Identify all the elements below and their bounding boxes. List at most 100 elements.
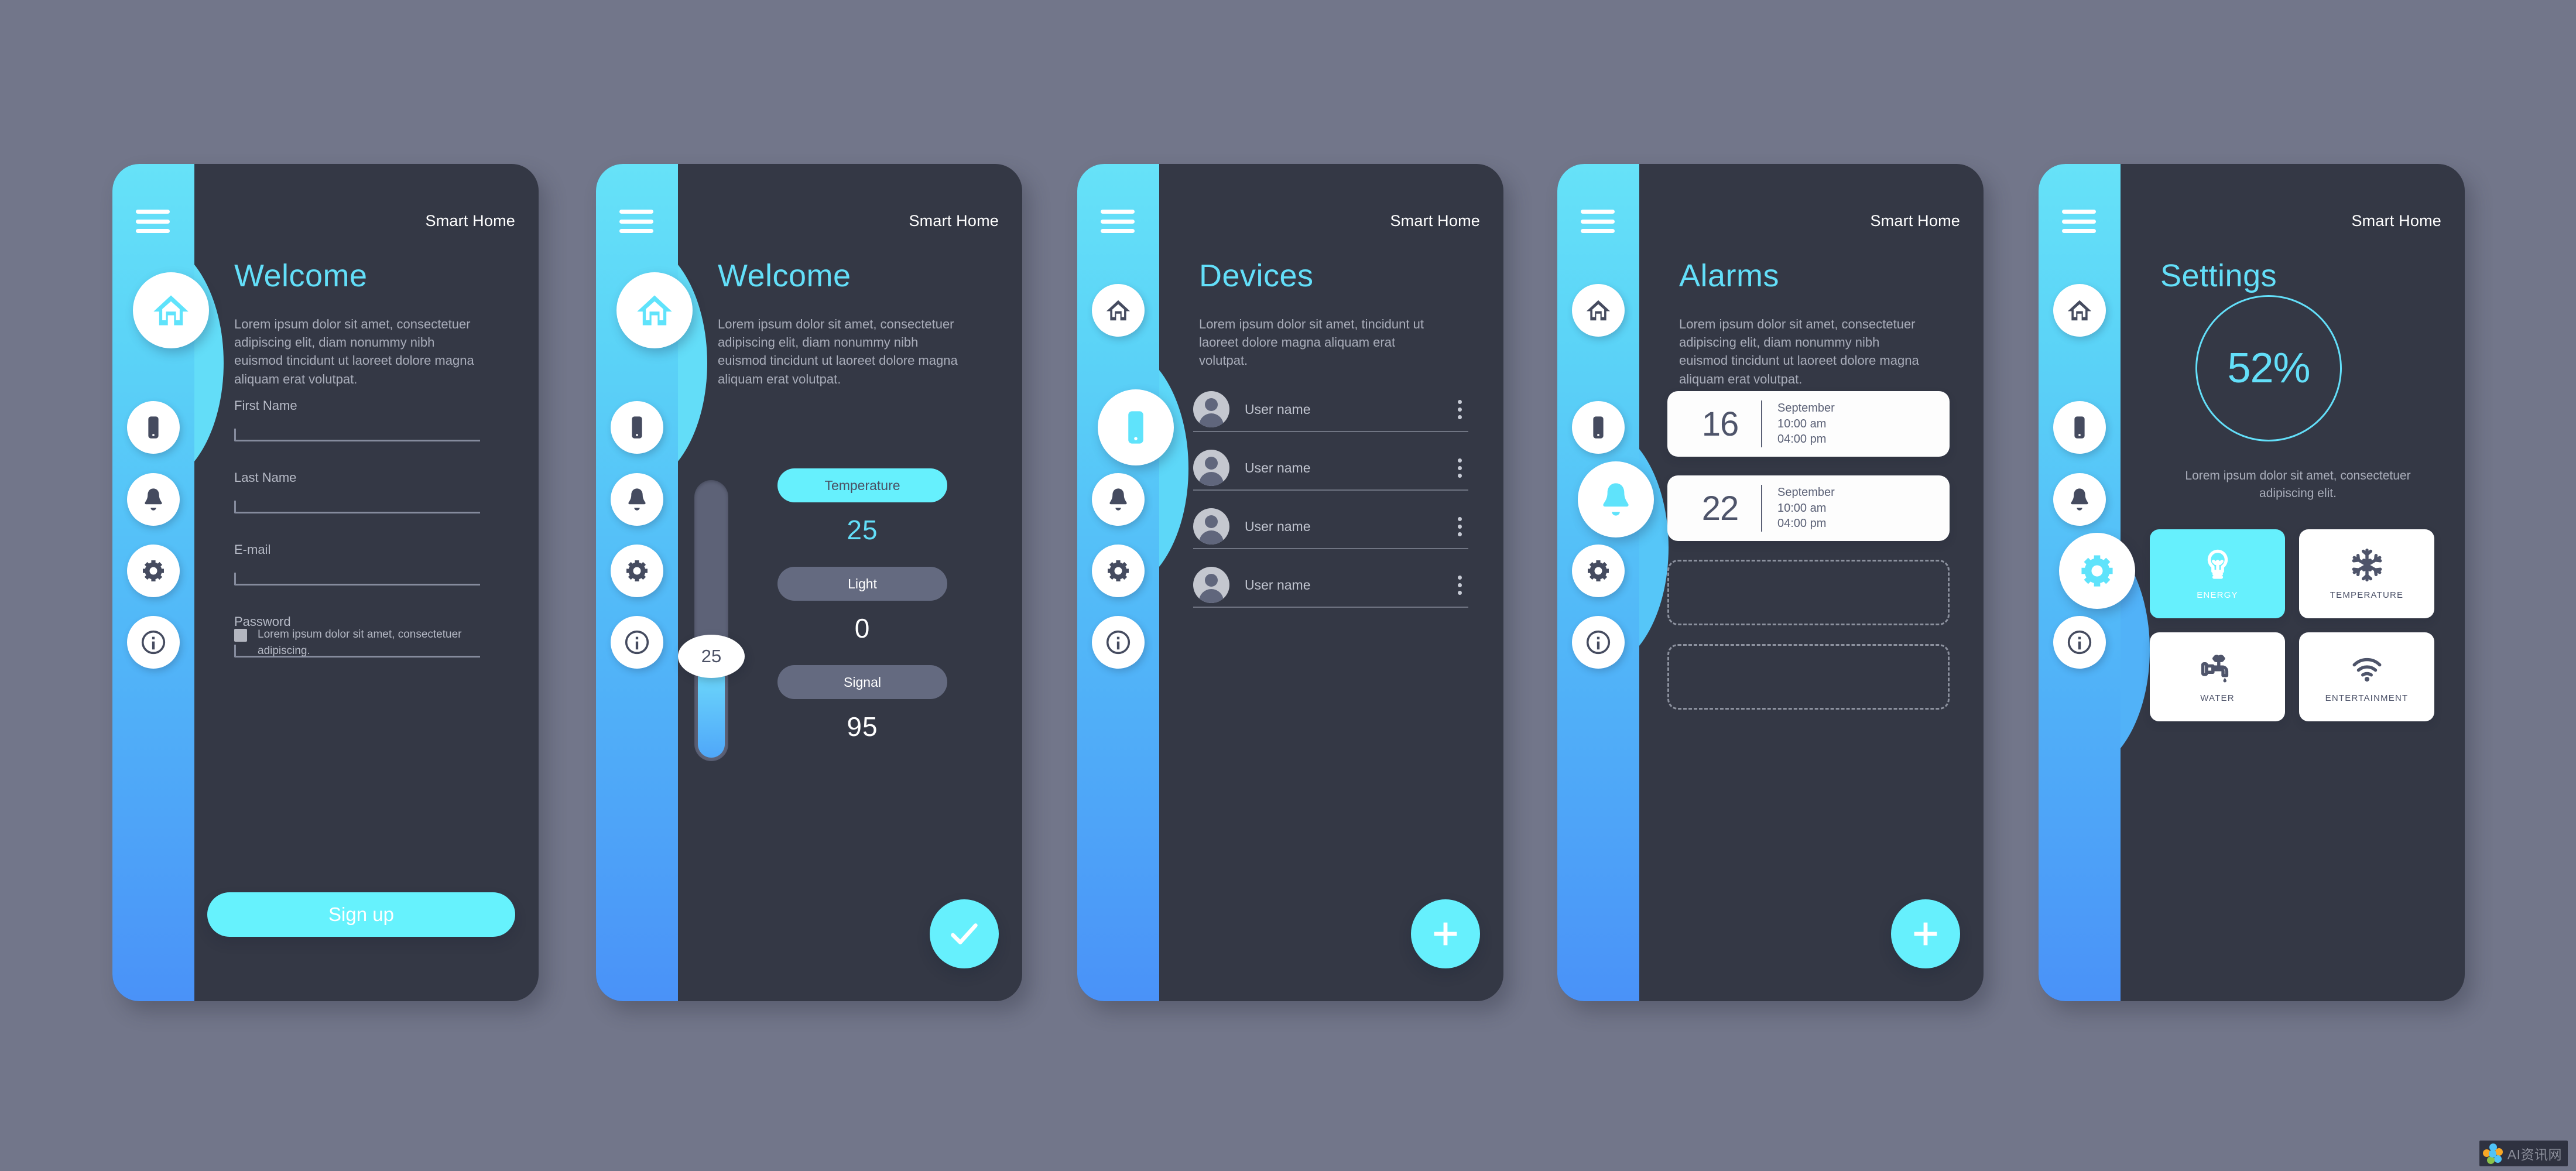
sidebar-item-devices[interactable] [1098,389,1174,465]
consent-label: Lorem ipsum dolor sit amet, consectetuer… [258,628,462,657]
slider-thumb[interactable]: 25 [678,635,745,678]
alarm-empty-slot[interactable] [1667,644,1950,710]
page-title: Devices [1199,258,1314,293]
watermark: AI资讯网 [2479,1141,2568,1166]
row-menu-button[interactable] [1451,458,1468,478]
alarm-card[interactable]: 22 September 10:00 am 04:00 pm [1667,475,1950,541]
sidebar-item-info[interactable] [127,616,180,669]
alarm-start-time: 10:00 am [1777,501,1827,515]
device-name: User name [1245,518,1311,534]
app-title: Smart Home [1390,212,1480,230]
screen-content: Smart Home Settings 52% Lorem ipsum dolo… [2121,164,2465,1001]
control-toggle-temperature[interactable]: Temperature [777,468,947,502]
tile-label: TEMPERATURE [2330,590,2404,600]
settings-tile-energy[interactable]: ENERGY [2150,529,2285,618]
first-name-input[interactable] [234,429,480,441]
page-description: Lorem ipsum dolor sit amet, consectetuer… [234,317,474,386]
sidebar-item-alarms[interactable] [2053,473,2106,526]
sidebar-item-settings[interactable] [127,545,180,597]
sidebar-item-devices[interactable] [2053,401,2106,454]
snowflake-icon [2352,548,2382,581]
screen-devices: Smart Home Devices Lorem ipsum dolor sit… [1077,164,1503,1001]
sidebar-item-info[interactable] [1092,616,1145,669]
screen-settings: Smart Home Settings 52% Lorem ipsum dolo… [2039,164,2465,1001]
plus-icon [1914,922,1937,946]
sidebar-item-devices[interactable] [1572,401,1625,454]
page-description: Lorem ipsum dolor sit amet, consectetuer… [2185,469,2411,500]
list-item[interactable]: User name [1193,446,1468,491]
sign-up-button[interactable]: Sign up [207,892,515,937]
sidebar-item-alarms[interactable] [127,473,180,526]
list-item[interactable]: User name [1193,505,1468,549]
add-alarm-fab[interactable] [1891,899,1960,968]
control-toggle-light[interactable]: Light [777,567,947,601]
sidebar-item-devices[interactable] [611,401,663,454]
sidebar-item-home[interactable] [1092,284,1145,337]
device-name: User name [1245,577,1311,593]
last-name-input[interactable] [234,501,480,513]
alarm-month: September [1777,402,1835,415]
control-toggle-signal[interactable]: Signal [777,665,947,699]
list-item[interactable]: User name [1193,563,1468,608]
slider-fill [698,664,725,758]
settings-tile-entertainment[interactable]: ENTERTAINMENT [2299,632,2434,721]
sidebar-item-settings[interactable] [1092,545,1145,597]
control-value-temperature: 25 [847,515,878,545]
screen-content: Smart Home Welcome Lorem ipsum dolor sit… [678,164,1022,1001]
confirm-fab[interactable] [930,899,999,968]
sidebar-item-info[interactable] [611,616,663,669]
sidebar-icon-column [112,164,209,1001]
page-title: Welcome [234,258,368,293]
settings-tile-grid: ENERGY TEMPERATURE WATER ENTERTAINMENT [2150,529,2434,721]
lightbulb-icon [2207,549,2228,579]
value-slider[interactable]: 25 [678,480,745,761]
screen-controls: Smart Home Welcome Lorem ipsum dolor sit… [596,164,1022,1001]
app-title: Smart Home [1870,212,1960,230]
screen-content: Smart Home Alarms Lorem ipsum dolor sit … [1639,164,1984,1001]
gauge-value: 52% [2227,345,2310,392]
sidebar-item-alarms[interactable] [611,473,663,526]
sidebar-item-devices[interactable] [127,401,180,454]
add-device-fab[interactable] [1411,899,1480,968]
field-label: First Name [234,398,297,413]
page-description: Lorem ipsum dolor sit amet, consectetuer… [718,317,958,386]
sidebar-item-home[interactable] [133,272,209,348]
page-description: Lorem ipsum dolor sit amet, tincidunt ut… [1199,317,1424,368]
list-item[interactable]: User name [1193,388,1468,432]
row-menu-button[interactable] [1451,575,1468,595]
sidebar-item-alarms[interactable] [1578,461,1654,537]
usage-gauge: 52% [2195,295,2342,441]
sidebar-item-home[interactable] [1572,284,1625,337]
app-title: Smart Home [2351,212,2441,230]
consent-checkbox[interactable] [234,629,247,642]
watermark-logo-icon [2482,1143,2503,1164]
row-menu-button[interactable] [1451,399,1468,419]
page-title: Welcome [718,258,851,293]
plus-icon [1434,922,1457,946]
sidebar-item-info[interactable] [1572,616,1625,669]
row-menu-button[interactable] [1451,516,1468,536]
page-title: Alarms [1679,258,1780,293]
settings-tile-water[interactable]: WATER [2150,632,2285,721]
alarm-card[interactable]: 16 September 10:00 am 04:00 pm [1667,391,1950,457]
sidebar-icon-column [1077,164,1174,1001]
sidebar-item-info[interactable] [2053,616,2106,669]
sidebar-item-settings[interactable] [611,545,663,597]
control-value-signal: 95 [847,711,878,742]
alarm-day: 16 [1701,405,1739,443]
alarm-list: 16 September 10:00 am 04:00 pm 22 Septem… [1667,391,1950,728]
sidebar-item-home[interactable] [616,272,693,348]
sidebar-item-alarms[interactable] [1092,473,1145,526]
settings-tile-temperature[interactable]: TEMPERATURE [2299,529,2434,618]
alarm-meta: September 10:00 am 04:00 pm [1777,400,1835,447]
sidebar-item-settings[interactable] [1572,545,1625,597]
screen-content: Smart Home Welcome Lorem ipsum dolor sit… [194,164,539,1001]
email-input[interactable] [234,573,480,586]
consent-row[interactable]: Lorem ipsum dolor sit amet, consectetuer… [234,626,492,659]
sidebar-item-settings[interactable] [2059,533,2135,609]
screen-signup: Smart Home Welcome Lorem ipsum dolor sit… [112,164,539,1001]
sidebar-item-home[interactable] [2053,284,2106,337]
alarm-empty-slot[interactable] [1667,560,1950,625]
form-field-email: E-mail [234,542,480,586]
watermark-text: AI资讯网 [2507,1147,2562,1162]
